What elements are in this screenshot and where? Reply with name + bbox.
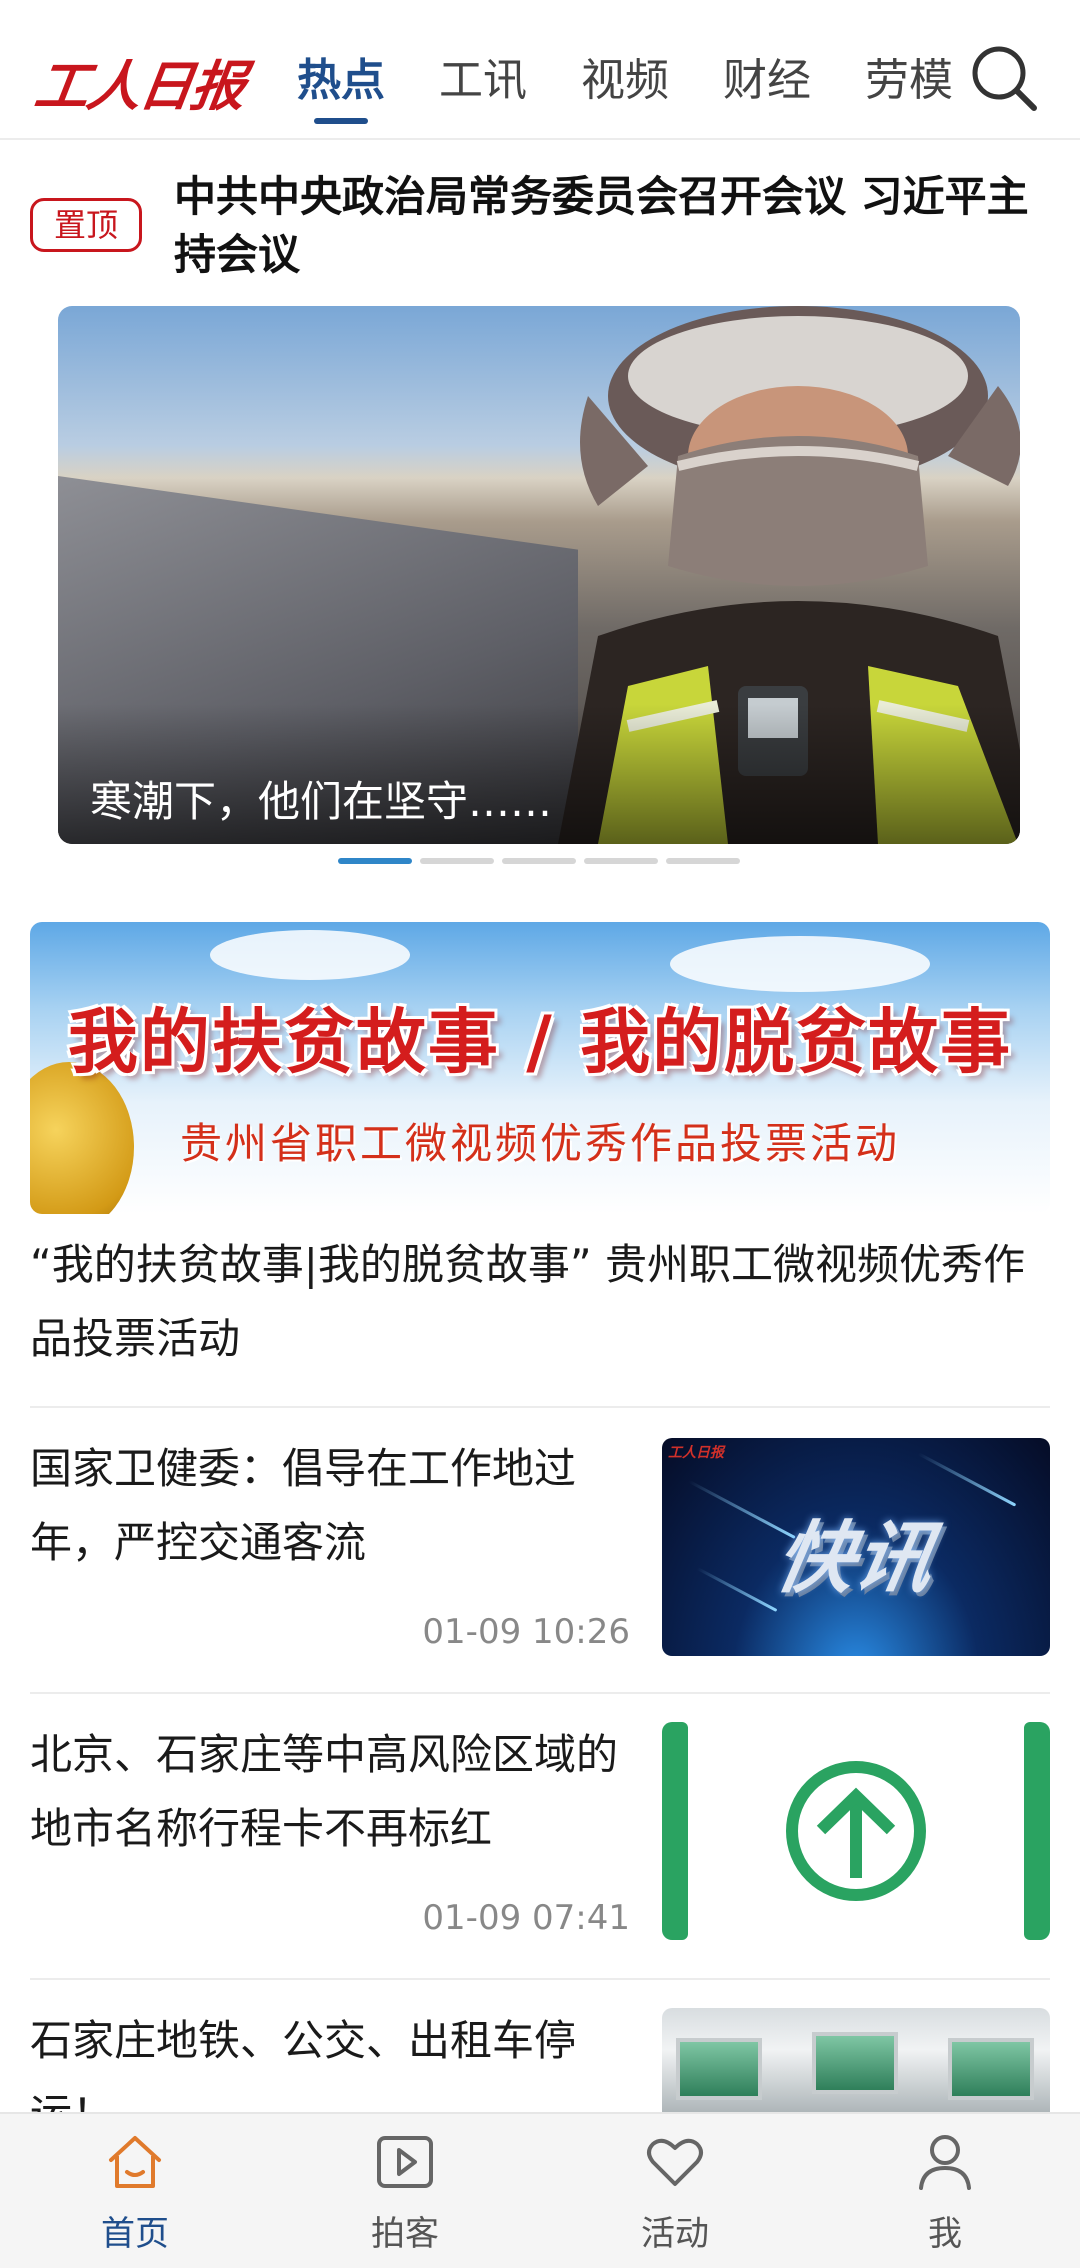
nav-activities[interactable]: 活动 [540, 2114, 810, 2268]
thumbnail-decoration [1024, 1722, 1050, 1940]
banner-subtitle: 贵州省职工微视频优秀作品投票活动 [179, 1119, 900, 1168]
divider [30, 1406, 1050, 1408]
active-tab-indicator [314, 118, 368, 124]
carousel-dot[interactable] [666, 858, 740, 864]
nav-paike[interactable]: 拍客 [270, 2114, 540, 2268]
promo-banner[interactable]: 我的扶贫故事 / 我的脱贫故事 贵州省职工微视频优秀作品投票活动 [30, 922, 1050, 1214]
tab-label: 视频 [581, 55, 669, 106]
thumbnail-text: 快讯 [768, 1514, 941, 1604]
thumbnail-decoration [812, 2032, 898, 2094]
carousel-dot[interactable] [584, 858, 658, 864]
hero-carousel[interactable]: 寒潮下，他们在坚守…… [58, 306, 1020, 844]
thumbnail-decoration [948, 2038, 1034, 2100]
carousel-caption: 寒潮下，他们在坚守…… [90, 777, 553, 826]
nav-me[interactable]: 我 [810, 2114, 1080, 2268]
tab-label: 劳模 [865, 55, 953, 106]
pinned-badge: 置顶 [30, 198, 142, 252]
search-icon [972, 46, 1037, 111]
thumbnail-decoration [662, 1722, 688, 1940]
banner-title: 我的扶贫故事 / 我的脱贫故事 [67, 1001, 1013, 1083]
nav-home[interactable]: 首页 [0, 2114, 270, 2268]
bottom-navigation: 首页 拍客 活动 我 [0, 2112, 1080, 2268]
top-bar: 工人日报 热点 工讯 视频 财经 劳模 [0, 0, 1080, 140]
promo-caption[interactable]: “我的扶贫故事|我的脱贫故事” 贵州职工微视频优秀作品投票活动 [30, 1228, 1050, 1376]
tab-finance[interactable]: 财经 [696, 46, 838, 116]
tab-label: 热点 [297, 55, 385, 106]
banner-decoration [670, 936, 930, 992]
banner-decoration [210, 930, 410, 980]
thumbnail-decoration [676, 2038, 762, 2100]
news-title[interactable]: 国家卫健委：倡导在工作地过年，严控交通客流 [30, 1432, 630, 1580]
news-thumbnail[interactable]: 工人日报 快讯 [662, 1438, 1050, 1656]
search-button[interactable] [968, 42, 1040, 114]
tab-label: 财经 [723, 55, 811, 106]
play-icon [377, 2136, 433, 2188]
app-logo[interactable]: 工人日报 [30, 42, 249, 122]
carousel-pagination [338, 858, 742, 866]
channel-tabs: 热点 工讯 视频 财经 劳模 [270, 46, 980, 124]
nav-label: 我 [928, 2214, 962, 2254]
carousel-dot[interactable] [502, 858, 576, 864]
heart-icon [647, 2138, 703, 2186]
tab-hot[interactable]: 热点 [270, 46, 412, 124]
nav-label: 拍客 [371, 2214, 439, 2254]
pinned-headline[interactable]: 中共中央政治局常务委员会召开会议 习近平主持会议 [174, 168, 1054, 284]
tab-video[interactable]: 视频 [554, 46, 696, 116]
news-title[interactable]: 石家庄地铁、公交、出租车停运！ [30, 2004, 630, 2112]
user-icon [919, 2135, 971, 2190]
carousel-dot[interactable] [420, 858, 494, 864]
news-time: 01-09 10:26 [422, 1612, 630, 1652]
home-icon [109, 2136, 161, 2188]
news-title[interactable]: 北京、石家庄等中高风险区域的地市名称行程卡不再标红 [30, 1718, 630, 1866]
tab-label: 工讯 [439, 55, 527, 106]
tab-union-news[interactable]: 工讯 [412, 46, 554, 116]
nav-label: 首页 [101, 2214, 169, 2254]
thumbnail-logo: 工人日报 [668, 1445, 724, 1461]
news-time: 01-09 07:41 [422, 1898, 630, 1938]
up-arrow-icon [786, 1761, 926, 1901]
divider [30, 1692, 1050, 1694]
divider [30, 1978, 1050, 1980]
news-thumbnail[interactable] [662, 2008, 1050, 2112]
nav-label: 活动 [641, 2214, 709, 2254]
tab-model-workers[interactable]: 劳模 [838, 46, 980, 116]
news-thumbnail[interactable] [662, 1722, 1050, 1940]
carousel-dot[interactable] [338, 858, 412, 864]
